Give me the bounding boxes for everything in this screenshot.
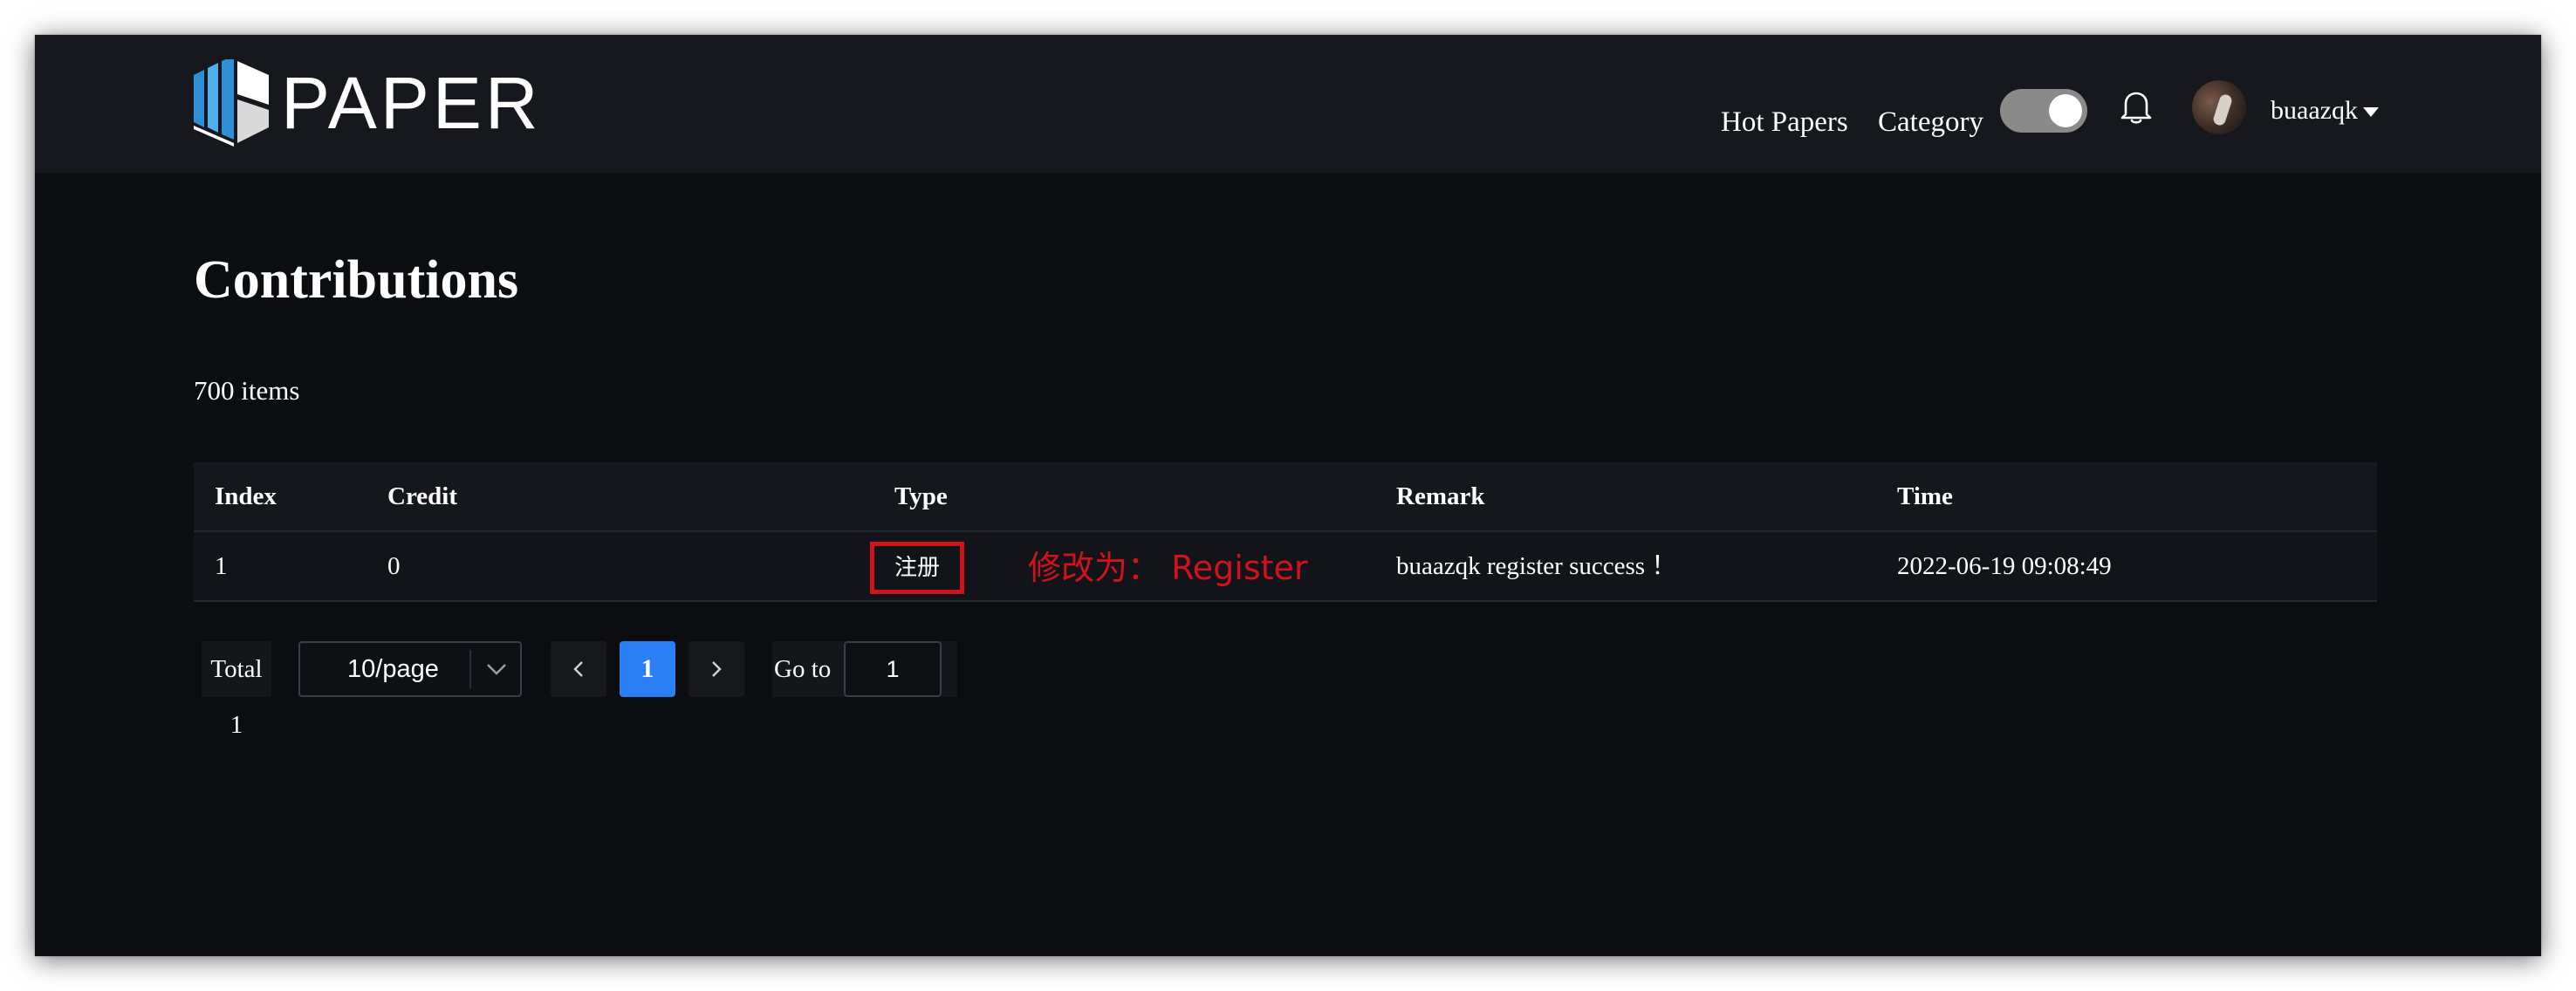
avatar[interactable] bbox=[2192, 80, 2246, 134]
annotation-text: 修改为： Register bbox=[1028, 549, 1308, 587]
logo-mark-icon bbox=[194, 59, 269, 147]
top-navbar: PAPER Hot Papers Category buaazqk bbox=[35, 35, 2541, 173]
page-number-1[interactable]: 1 bbox=[620, 641, 675, 697]
user-menu[interactable]: buaazqk bbox=[2271, 96, 2379, 126]
table-row: 1 0 注册 修改为： Register buaazqk register su… bbox=[194, 532, 2377, 602]
table-header-row: Index Credit Type Remark Time bbox=[194, 462, 2377, 532]
chevron-right-icon bbox=[712, 661, 722, 677]
toggle-knob bbox=[2049, 94, 2082, 127]
cell-type: 注册 bbox=[894, 555, 940, 581]
username: buaazqk bbox=[2271, 96, 2358, 125]
goto-label: Go to bbox=[774, 655, 832, 683]
logo[interactable]: PAPER bbox=[194, 59, 542, 147]
cell-remark: buaazqk register success ！ bbox=[1396, 552, 1677, 580]
nav-hot-papers[interactable]: Hot Papers bbox=[1721, 106, 1848, 139]
page-size-value: 10/page bbox=[347, 655, 439, 683]
chevron-down-icon bbox=[487, 664, 506, 675]
header-remark: Remark bbox=[1396, 482, 1485, 510]
page-size-select[interactable]: 10/page bbox=[298, 641, 522, 697]
pagination-total: Total 1 bbox=[202, 641, 271, 739]
chevron-left-icon bbox=[573, 661, 583, 677]
header-time: Time bbox=[1897, 482, 1953, 510]
next-page-button[interactable] bbox=[689, 641, 744, 697]
theme-toggle[interactable] bbox=[2000, 89, 2087, 133]
page-title: Contributions bbox=[194, 250, 519, 310]
header-index: Index bbox=[215, 482, 277, 510]
select-divider bbox=[469, 650, 471, 688]
goto-page: Go to bbox=[772, 641, 957, 697]
item-count: 700 items bbox=[194, 375, 300, 406]
header-type: Type bbox=[894, 482, 948, 510]
avatar-figure bbox=[2211, 92, 2234, 127]
goto-input[interactable] bbox=[844, 641, 942, 697]
caret-down-icon bbox=[2362, 106, 2379, 117]
bell-icon[interactable] bbox=[2120, 90, 2152, 129]
prev-page-button[interactable] bbox=[551, 641, 606, 697]
type-highlight-box: 注册 bbox=[870, 542, 964, 594]
cell-index: 1 bbox=[215, 552, 228, 580]
logo-text: PAPER bbox=[281, 62, 542, 144]
cell-time: 2022-06-19 09:08:49 bbox=[1897, 552, 2112, 580]
contributions-table: Index Credit Type Remark Time 1 0 注册 修改为… bbox=[194, 462, 2377, 602]
header-credit: Credit bbox=[387, 482, 458, 510]
nav-category[interactable]: Category bbox=[1878, 106, 1983, 139]
cell-credit: 0 bbox=[387, 552, 401, 580]
app-window: PAPER Hot Papers Category buaazqk Contri… bbox=[35, 35, 2541, 956]
